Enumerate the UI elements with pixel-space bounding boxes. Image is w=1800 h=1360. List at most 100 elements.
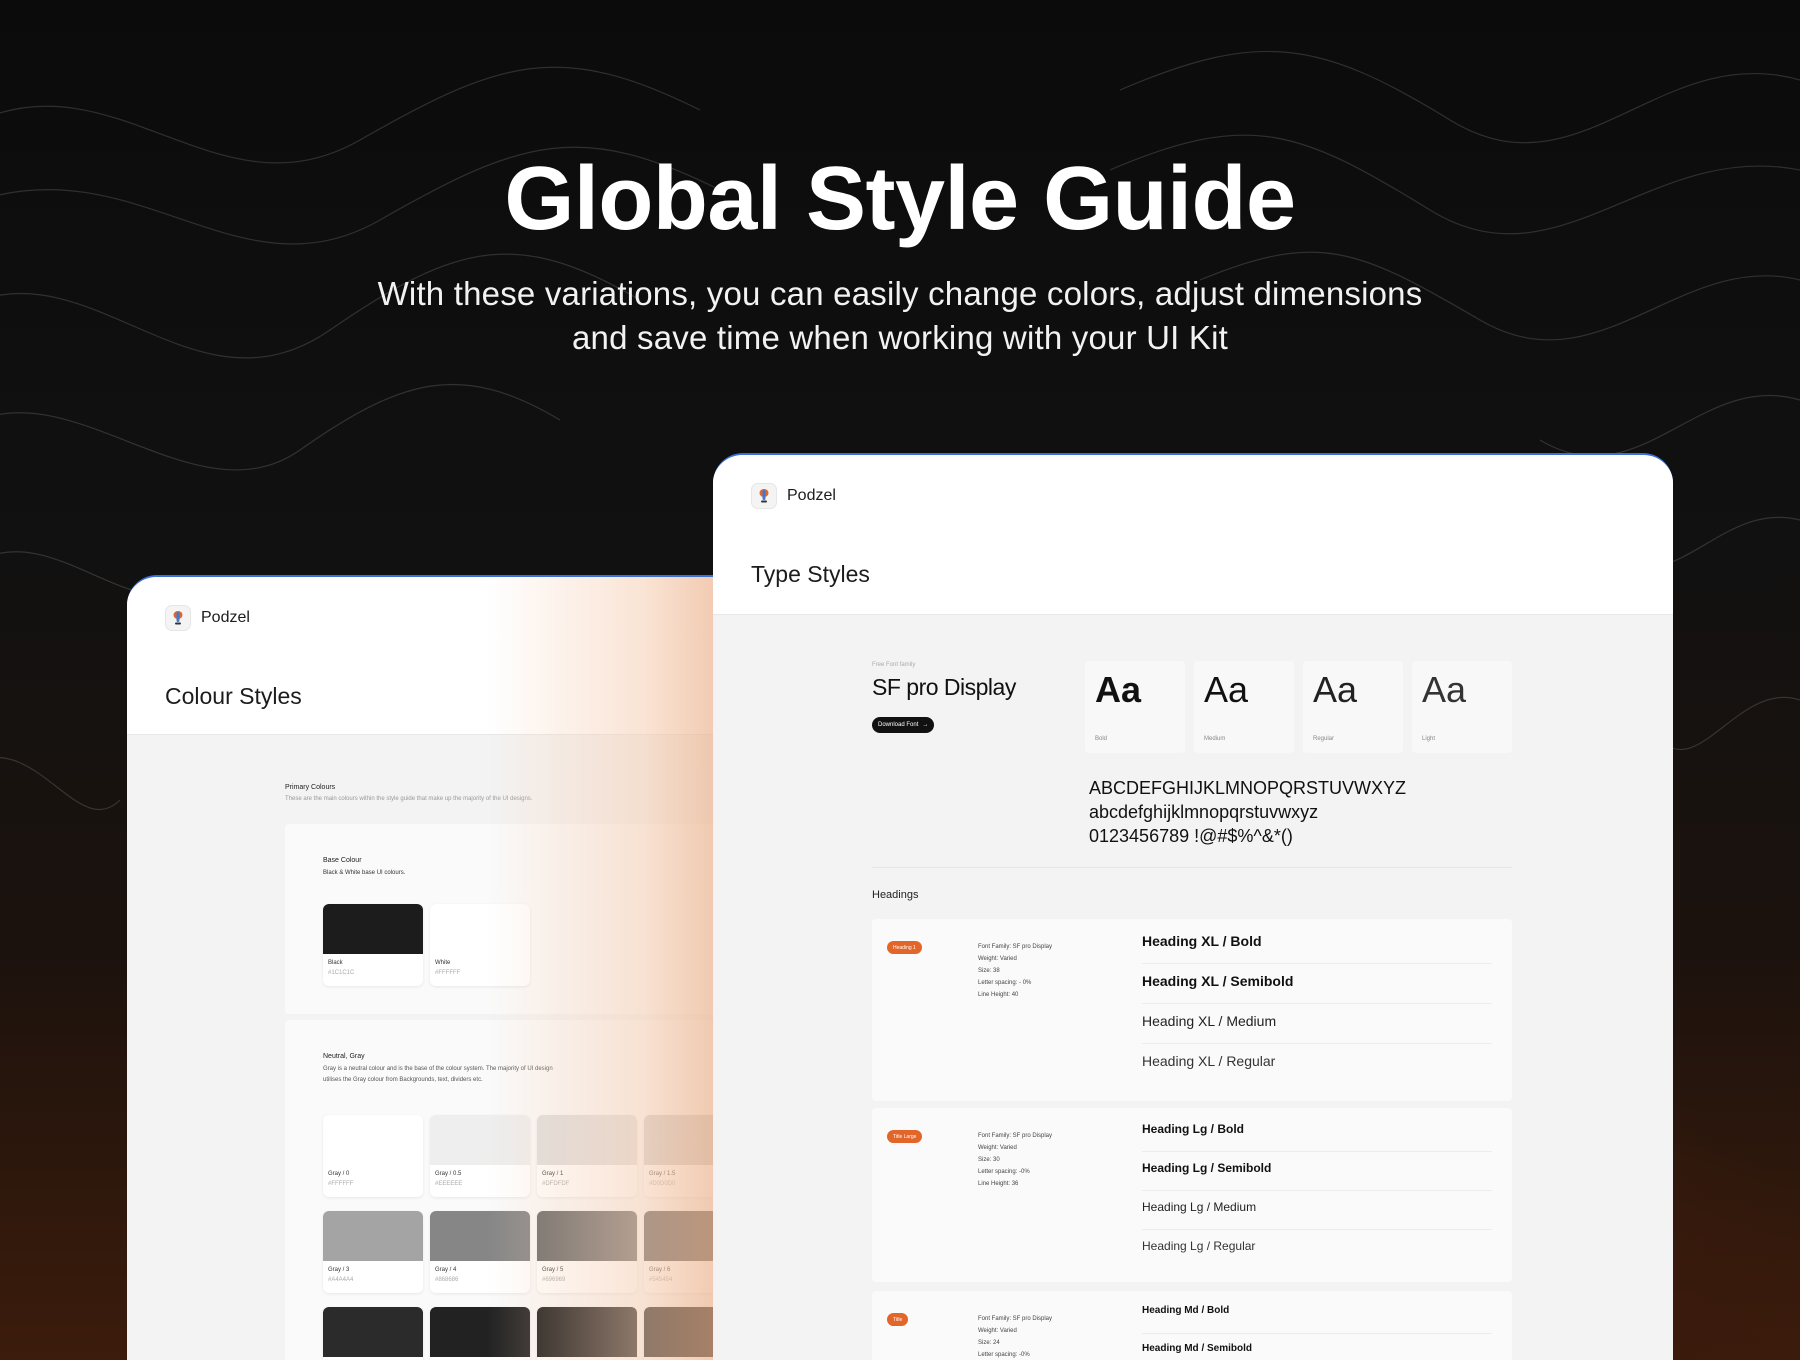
swatch-fill: [430, 1307, 530, 1357]
swatch-fill: [537, 1307, 637, 1357]
uppercase-sample: ABCDEFGHIJKLMNOPQRSTUVWXYZ: [1089, 778, 1407, 798]
podzel-logo-icon: [165, 605, 191, 631]
spec-line: Font Family: SF pro Display: [978, 1133, 1053, 1139]
swatch-fill: [537, 1115, 637, 1165]
swatch-name: Gray / 4: [435, 1267, 457, 1273]
brand[interactable]: Podzel: [165, 605, 250, 631]
swatch-fill: [430, 1211, 530, 1261]
swatch-hex: #545454: [649, 1277, 673, 1283]
weight-tile-regular[interactable]: Aa Regular: [1303, 661, 1403, 753]
divider: [1142, 1151, 1492, 1152]
gray-swatch[interactable]: [323, 1307, 423, 1360]
swatch-hex: #D0D0D0: [649, 1181, 676, 1187]
gray-swatch[interactable]: Gray / 1 #DFDFDF: [537, 1115, 637, 1197]
font-name: SF pro Display: [872, 674, 1016, 700]
heading-sample: Heading XL / Semibold: [1142, 973, 1294, 989]
divider: [1142, 1043, 1492, 1044]
base-colour-panel: Base Colour Black & White base UI colour…: [285, 824, 747, 1014]
neutral-gray-desc-line1: Gray is a neutral colour and is the base…: [323, 1066, 553, 1072]
weight-sample: Aa: [1313, 669, 1358, 710]
weight-sample: Aa: [1204, 669, 1249, 710]
heading-sample: Heading XL / Bold: [1142, 933, 1262, 949]
spec-line: Line Height: 40: [978, 992, 1019, 998]
heading-sample: Heading XL / Medium: [1142, 1013, 1277, 1029]
swatch-fill: [323, 1307, 423, 1357]
heading-sample: Heading Lg / Regular: [1142, 1239, 1256, 1253]
swatch-name: Gray / 6: [649, 1267, 671, 1273]
headings-label: Headings: [872, 889, 919, 901]
swatch-name: Gray / 3: [328, 1267, 350, 1273]
swatch-hex: #EEEEEE: [435, 1181, 463, 1187]
heading-sample: Heading Lg / Semibold: [1142, 1161, 1272, 1175]
swatch-name: Gray / 1: [542, 1171, 564, 1177]
swatch-name: White: [435, 960, 451, 966]
heading-spec: Font Family: SF pro Display Weight: Varie…: [978, 1313, 1052, 1360]
heading-sample: Heading Md / Bold: [1142, 1305, 1230, 1316]
gray-swatch[interactable]: Gray / 0 #FFFFFF: [323, 1115, 423, 1197]
download-font-label: Download Font: [878, 722, 919, 728]
heading-samples: Heading XL / Bold Heading XL / Semibold He…: [1142, 933, 1492, 1101]
page-title: Type Styles: [751, 561, 870, 587]
heading-spec: Font Family: SF pro Display Weight: Varie…: [978, 941, 1052, 1001]
download-font-button[interactable]: Download Font →: [872, 717, 935, 733]
swatch-hex: #1C1C1C: [328, 970, 355, 976]
arrow-right-icon: →: [922, 722, 929, 728]
swatch-fill: [323, 1115, 423, 1165]
divider: [1142, 1229, 1492, 1230]
swatch-fill: [323, 1211, 423, 1261]
podzel-logo-icon: [751, 483, 777, 509]
swatch-fill: [323, 904, 423, 954]
neutral-gray-title: Neutral, Gray: [323, 1053, 365, 1060]
hero-subtitle-line1: With these variations, you can easily ch…: [377, 275, 1423, 312]
brand[interactable]: Podzel: [751, 483, 836, 509]
hero-subtitle-line2: and save time when working with your UI …: [571, 319, 1229, 356]
digits-sample: 0123456789 !@#$%^&*(): [1089, 826, 1293, 846]
swatch-black[interactable]: Black #1C1C1C: [323, 904, 423, 986]
type-card-header: Podzel Type Styles: [713, 455, 1673, 615]
swatch-fill: [430, 904, 530, 954]
base-colour-desc: Black & White base UI colours.: [323, 870, 406, 876]
colour-card-header: Podzel Colour Styles: [127, 577, 747, 735]
neutral-gray-panel: Neutral, Gray Gray is a neutral colour a…: [285, 1020, 747, 1360]
spec-line: Letter spacing: -0%: [978, 1352, 1030, 1358]
font-family-label: Free Font family: [872, 662, 916, 668]
gray-swatch[interactable]: Gray / 5 #696969: [537, 1211, 637, 1293]
hero-subtitle: With these variations, you can easily ch…: [360, 272, 1440, 360]
divider: [1142, 1003, 1492, 1004]
colour-styles-card: Podzel Colour Styles Primary Colours The…: [127, 575, 747, 1360]
weight-tile-medium[interactable]: Aa Medium: [1194, 661, 1294, 753]
heading-samples: Heading Lg / Bold Heading Lg / Semibold He…: [1142, 1122, 1492, 1282]
swatch-hex: #FFFFFF: [328, 1181, 354, 1187]
gray-swatch[interactable]: Gray / 4 #868686: [430, 1211, 530, 1293]
gray-swatch[interactable]: Gray / 3 #A4A4A4: [323, 1211, 423, 1293]
swatch-fill: [537, 1211, 637, 1261]
alphabet-sample: ABCDEFGHIJKLMNOPQRSTUVWXYZ abcdefghijklm…: [1089, 776, 1406, 848]
heading-spec: Font Family: SF pro Display Weight: Varie…: [978, 1130, 1052, 1190]
swatch-hex: #A4A4A4: [328, 1277, 354, 1283]
spec-line: Letter spacing: - 0%: [978, 980, 1032, 986]
page-title: Colour Styles: [165, 683, 302, 709]
hero-title: Global Style Guide: [504, 149, 1296, 249]
gray-swatch[interactable]: [430, 1307, 530, 1360]
type-styles-card: Podzel Type Styles Free Font family SF p…: [713, 453, 1673, 1360]
gray-swatch[interactable]: [537, 1307, 637, 1360]
heading-sample: Heading Md / Semibold: [1142, 1343, 1253, 1354]
base-colour-title: Base Colour: [323, 857, 362, 864]
swatch-white[interactable]: White #FFFFFF: [430, 904, 530, 986]
weight-tile-bold[interactable]: Aa Bold: [1085, 661, 1185, 753]
gray-swatch[interactable]: Gray / 0.5 #EEEEEE: [430, 1115, 530, 1197]
weight-label: Regular: [1313, 736, 1335, 742]
divider: [1142, 1190, 1492, 1191]
spec-line: Letter spacing: -0%: [978, 1169, 1030, 1175]
heading-sample: Heading Lg / Bold: [1142, 1122, 1244, 1136]
weight-label: Light: [1422, 736, 1436, 742]
swatch-hex: #696969: [542, 1277, 566, 1283]
weight-tile-light[interactable]: Aa Light: [1412, 661, 1512, 753]
heading-sample: Heading XL / Regular: [1142, 1053, 1276, 1069]
primary-colours-title: Primary Colours: [285, 784, 336, 791]
spec-line: Font Family: SF pro Display: [978, 1316, 1053, 1322]
swatch-hex: #868686: [435, 1277, 459, 1283]
brand-name: Podzel: [201, 609, 250, 626]
spec-line: Font Family: SF pro Display: [978, 944, 1053, 950]
neutral-gray-desc-line2: utilises the Gray colour from Background…: [323, 1077, 483, 1083]
